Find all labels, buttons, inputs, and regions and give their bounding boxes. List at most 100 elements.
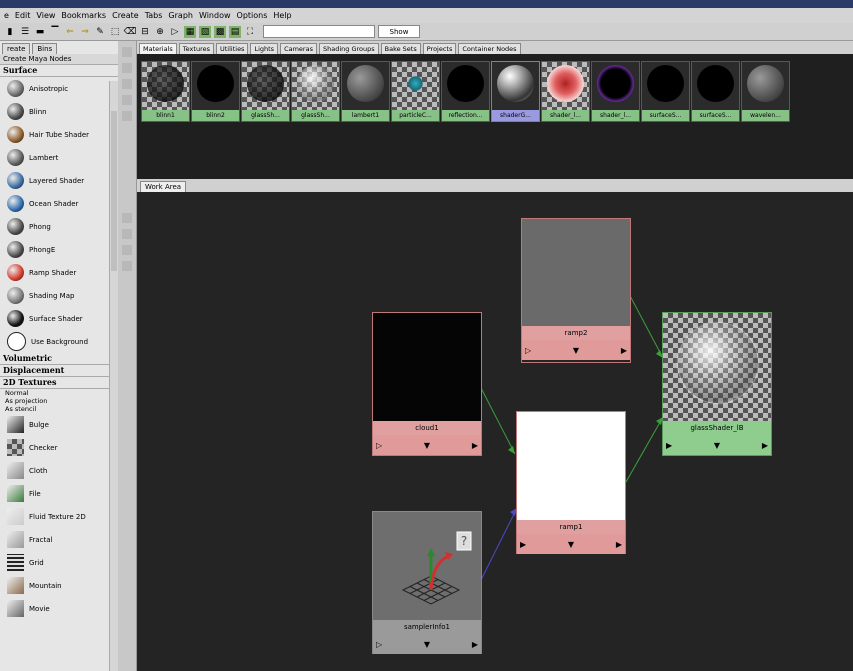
layout-single-icon[interactable]: ☰ (19, 26, 31, 38)
surface-item[interactable]: Shading Map (0, 284, 118, 307)
create-panel-scrollbar[interactable] (109, 81, 118, 671)
menu-view[interactable]: View (36, 11, 55, 20)
clear-graph-icon[interactable]: ⌫ (124, 26, 137, 38)
forward-arrow-icon[interactable]: ⇒ (79, 26, 91, 38)
output-port-icon[interactable]: ▶ (472, 441, 478, 450)
output-port-icon[interactable]: ▶ (762, 441, 768, 450)
surface-item[interactable]: Lambert (0, 146, 118, 169)
node-cloud1[interactable]: cloud1 ▷ ▼ ▶ (372, 312, 482, 456)
texture-item[interactable]: Fluid Texture 2D (0, 505, 118, 528)
node-ramp1[interactable]: ramp1 ▶ ▼ ▶ (516, 411, 626, 554)
rearrange-icon[interactable]: ⛶ (244, 26, 256, 38)
material-swatch[interactable]: glassSh... (291, 61, 340, 122)
pencil-icon[interactable]: ✎ (94, 26, 106, 38)
surface-item[interactable]: Anisotropic (0, 77, 118, 100)
input-port-icon[interactable]: ▷ (376, 441, 382, 450)
connection-sampler-ramp1[interactable] (480, 507, 518, 581)
texture-item[interactable]: Movie (0, 597, 118, 620)
tab-utilities[interactable]: Utilities (215, 43, 249, 54)
material-swatch[interactable]: surfaceS... (691, 61, 740, 122)
node-ramp2[interactable]: ramp2 ▷ ▼ ▶ (521, 218, 631, 363)
menu-edit[interactable]: Edit (15, 11, 31, 20)
menu-help[interactable]: Help (273, 11, 291, 20)
texture-option-stencil[interactable]: As stencil (5, 405, 118, 413)
category-volumetric[interactable]: Volumetric (0, 353, 118, 365)
node-sampler-info[interactable]: ? samplerInfo1 ▷ ▼ ▶ (372, 511, 482, 654)
material-swatch[interactable]: surfaceS... (641, 61, 690, 122)
tab-lights[interactable]: Lights (250, 43, 279, 54)
material-swatch[interactable]: reflection... (441, 61, 490, 122)
tab-shading-groups[interactable]: Shading Groups (318, 43, 379, 54)
menu-file[interactable]: e (4, 11, 9, 20)
input-port-icon[interactable]: ▶ (666, 441, 672, 450)
menu-options[interactable]: Options (237, 11, 268, 20)
menu-tabs[interactable]: Tabs (145, 11, 163, 20)
icon-view-icon[interactable]: ▩ (214, 25, 226, 38)
texture-item[interactable]: Checker (0, 436, 118, 459)
texture-item[interactable]: Grid (0, 551, 118, 574)
material-swatch[interactable]: wavelen... (741, 61, 790, 122)
input-output-icon[interactable]: ⊕ (154, 26, 166, 38)
category-2d-textures[interactable]: 2D Textures (0, 377, 118, 389)
side-tool-button[interactable] (122, 245, 132, 255)
side-tool-button[interactable] (122, 79, 132, 89)
menu-graph[interactable]: Graph (168, 11, 193, 20)
output-port-icon[interactable]: ▶ (621, 346, 627, 355)
swatch-toggle-icon[interactable]: ▦ (184, 25, 196, 38)
texture-item[interactable]: Fractal (0, 528, 118, 551)
material-swatch[interactable]: blinn2 (191, 61, 240, 122)
surface-item[interactable]: Ramp Shader (0, 261, 118, 284)
render-swatch-icon[interactable]: ▧ (199, 25, 211, 38)
surface-item[interactable]: Blinn (0, 100, 118, 123)
create-maya-nodes-header[interactable]: Create Maya Nodes (0, 54, 118, 65)
tab-container-nodes[interactable]: Container Nodes (458, 43, 521, 54)
expand-icon[interactable]: ▼ (424, 640, 430, 649)
surface-item[interactable]: Ocean Shader (0, 192, 118, 215)
node-glass-shader[interactable]: glassShader_lB ▶ ▼ ▶ (662, 312, 772, 456)
surface-item[interactable]: PhongE (0, 238, 118, 261)
texture-option-normal[interactable]: Normal (5, 389, 118, 397)
side-tool-button[interactable] (122, 111, 132, 121)
graph-materials-icon[interactable]: ⬚ (109, 26, 121, 38)
material-swatch[interactable]: blinn1 (141, 61, 190, 122)
output-port-icon[interactable]: ▶ (616, 540, 622, 549)
tab-textures[interactable]: Textures (178, 43, 214, 54)
side-tool-button[interactable] (122, 229, 132, 239)
expand-icon[interactable]: ▼ (424, 441, 430, 450)
tab-bake-sets[interactable]: Bake Sets (380, 43, 421, 54)
input-port-icon[interactable]: ▷ (525, 346, 531, 355)
expand-icon[interactable]: ▼ (568, 540, 574, 549)
material-swatch[interactable]: shader_l... (591, 61, 640, 122)
side-tool-button[interactable] (122, 261, 132, 271)
surface-item[interactable]: Hair Tube Shader (0, 123, 118, 146)
tab-projects[interactable]: Projects (422, 43, 457, 54)
texture-item[interactable]: Cloth (0, 459, 118, 482)
expand-icon[interactable]: ▼ (714, 441, 720, 450)
show-button[interactable]: Show (378, 25, 420, 38)
category-surface[interactable]: Surface (0, 65, 118, 77)
input-port-icon[interactable]: ▶ (520, 540, 526, 549)
menu-window[interactable]: Window (199, 11, 231, 20)
input-connections-icon[interactable]: ⊟ (139, 26, 151, 38)
scrollbar-thumb[interactable] (111, 111, 117, 271)
side-tool-button[interactable] (122, 95, 132, 105)
layout-horizontal-icon[interactable]: ▔ (49, 26, 61, 38)
texture-item[interactable]: Mountain (0, 574, 118, 597)
surface-item[interactable]: Use Background (0, 330, 118, 353)
tab-create[interactable]: reate (2, 43, 31, 54)
texture-item[interactable]: Bulge (0, 413, 118, 436)
material-swatch[interactable]: shaderG... (491, 61, 540, 122)
side-tool-button[interactable] (122, 213, 132, 223)
category-displacement[interactable]: Displacement (0, 365, 118, 377)
connection-ramp2-glass[interactable] (627, 291, 664, 359)
work-area-graph[interactable]: ramp2 ▷ ▼ ▶ cloud1 ▷ ▼ ▶ ramp1 ▶ ▼ ▶ glassShad… (137, 192, 853, 671)
side-tool-button[interactable] (122, 63, 132, 73)
toggle-panel-icon[interactable]: ▮ (4, 26, 16, 38)
output-connections-icon[interactable]: ▷ (169, 26, 181, 38)
tab-materials[interactable]: Materials (139, 43, 177, 54)
material-swatch[interactable]: lambert1 (341, 61, 390, 122)
tab-bins[interactable]: Bins (32, 43, 58, 54)
expand-icon[interactable]: ▼ (573, 346, 579, 355)
material-swatch[interactable]: glassSh... (241, 61, 290, 122)
back-arrow-icon[interactable]: ⇐ (64, 26, 76, 38)
